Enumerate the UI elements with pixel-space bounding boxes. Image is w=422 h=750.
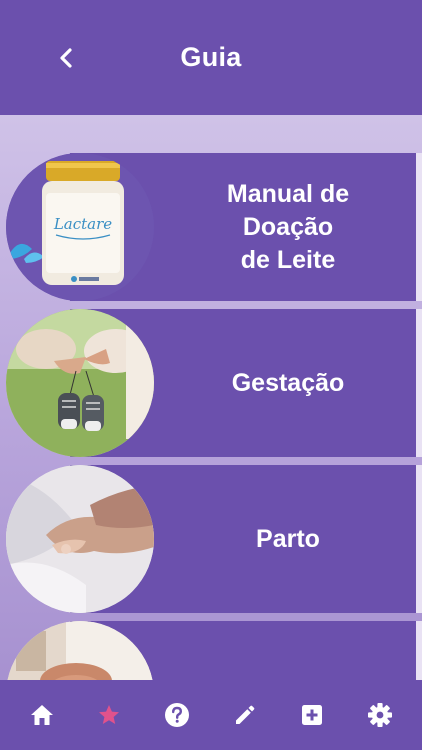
home-icon bbox=[30, 705, 53, 725]
card-label: Parto bbox=[256, 524, 320, 553]
plus-square-icon bbox=[302, 705, 323, 725]
app-header: Guia bbox=[0, 0, 422, 115]
card-label bbox=[160, 621, 416, 680]
milk-jar-image: Lactare bbox=[6, 153, 154, 301]
nav-help[interactable] bbox=[157, 695, 197, 735]
guide-list: Lactare Manual de Doação de Leite Gestaç… bbox=[0, 115, 422, 680]
bottom-navigation bbox=[0, 680, 422, 750]
pencil-icon bbox=[235, 705, 255, 724]
nav-favorites[interactable] bbox=[89, 695, 129, 735]
newborn-hand-image bbox=[6, 465, 154, 613]
nav-edit[interactable] bbox=[225, 695, 265, 735]
nav-add[interactable] bbox=[292, 695, 332, 735]
star-icon bbox=[99, 705, 120, 724]
card-label: Manual de Doação de Leite bbox=[226, 179, 350, 274]
card-label: Gestação bbox=[231, 368, 345, 397]
guide-item-mae-bebe[interactable] bbox=[0, 621, 422, 680]
page-title: Guia bbox=[180, 42, 242, 72]
guide-item-gestacao[interactable]: Gestação bbox=[0, 309, 422, 457]
gear-icon bbox=[368, 703, 393, 727]
nav-home[interactable] bbox=[22, 695, 62, 735]
nav-settings[interactable] bbox=[360, 695, 400, 735]
guide-item-parto[interactable]: Parto bbox=[0, 465, 422, 613]
guide-item-manual-doacao[interactable]: Lactare Manual de Doação de Leite bbox=[0, 153, 422, 301]
jar-label-text: Lactare bbox=[53, 215, 112, 233]
baby-shoes-image bbox=[6, 309, 154, 457]
help-icon bbox=[165, 703, 190, 727]
